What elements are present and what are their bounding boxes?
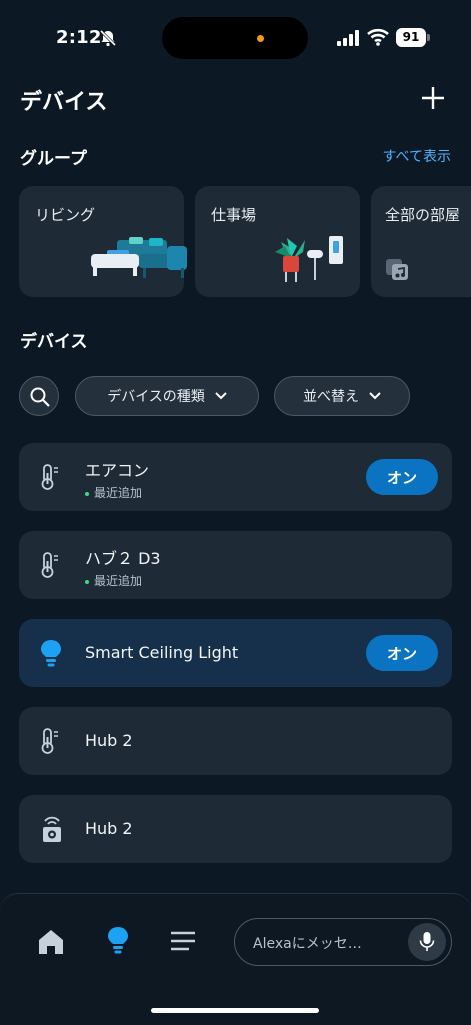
device-card-hub2[interactable]: Hub 2	[19, 707, 452, 775]
groups-title: グループ	[20, 149, 87, 169]
microphone-icon	[419, 932, 435, 951]
device-name: Hub 2	[85, 819, 133, 838]
sofa-illustration-icon	[91, 237, 187, 278]
devices-title: デバイス	[20, 332, 88, 352]
group-label: 仕事場	[211, 206, 257, 224]
power-on-button[interactable]: オン	[366, 635, 438, 671]
device-name: エアコン	[85, 461, 150, 480]
recently-added-badge: 最近追加	[85, 572, 142, 589]
mute-bell-icon	[99, 29, 117, 47]
filter-label: デバイスの種類	[107, 389, 205, 405]
home-indicator	[151, 1008, 319, 1013]
more-menu-icon[interactable]	[168, 927, 198, 957]
alexa-message-input[interactable]: Alexaにメッセ…	[234, 918, 452, 966]
cellular-signal-icon	[337, 30, 359, 46]
device-name: Smart Ceiling Light	[85, 643, 239, 662]
mic-button[interactable]	[408, 923, 446, 961]
hub-icon	[43, 816, 61, 842]
thermometer-icon	[41, 728, 58, 754]
group-label: 全部の部屋	[385, 206, 461, 224]
device-card-hub2-camera[interactable]: Hub 2	[19, 795, 452, 863]
search-icon	[30, 387, 50, 407]
chevron-down-icon	[215, 392, 227, 400]
privacy-indicator	[257, 35, 264, 42]
group-label: リビング	[35, 206, 96, 224]
recently-added-badge: 最近追加	[85, 484, 142, 501]
power-on-button[interactable]: オン	[366, 459, 438, 495]
sort-label: 並べ替え	[303, 389, 359, 405]
home-icon[interactable]	[36, 927, 66, 957]
see-all-link[interactable]: すべて表示	[383, 146, 451, 166]
workspace-illustration-icon	[275, 236, 343, 282]
group-card-all-rooms[interactable]: 全部の部屋	[371, 186, 471, 297]
lightbulb-icon	[41, 640, 61, 667]
thermometer-icon	[41, 552, 58, 578]
sort-filter[interactable]: 並べ替え	[274, 376, 410, 416]
chevron-down-icon	[369, 392, 381, 400]
group-card-living[interactable]: リビング	[19, 186, 187, 297]
alexa-placeholder: Alexaにメッセ…	[253, 936, 362, 952]
thermometer-icon	[41, 464, 58, 490]
status-time: 2:12	[56, 27, 102, 48]
device-card-smart-ceiling-light[interactable]: Smart Ceiling Light オン	[19, 619, 452, 687]
device-name: Hub 2	[85, 731, 133, 750]
battery-tip	[427, 34, 430, 41]
group-card-workspace[interactable]: 仕事場	[195, 186, 360, 297]
music-group-icon	[386, 259, 408, 280]
device-name: ハブ２ D3	[85, 549, 161, 568]
devices-tab-icon[interactable]	[103, 925, 133, 955]
search-button[interactable]	[19, 376, 59, 416]
device-card-aircon[interactable]: エアコン 最近追加 オン	[19, 443, 452, 511]
page-title: デバイス	[20, 90, 108, 115]
wifi-icon	[367, 28, 389, 46]
device-card-hub2-d3[interactable]: ハブ２ D3 最近追加	[19, 531, 452, 599]
battery-indicator: 91	[396, 28, 426, 47]
add-icon[interactable]	[421, 86, 445, 110]
bottom-tab-bar: Alexaにメッセ…	[0, 893, 471, 1025]
device-type-filter[interactable]: デバイスの種類	[75, 376, 259, 416]
dynamic-island	[162, 17, 308, 59]
